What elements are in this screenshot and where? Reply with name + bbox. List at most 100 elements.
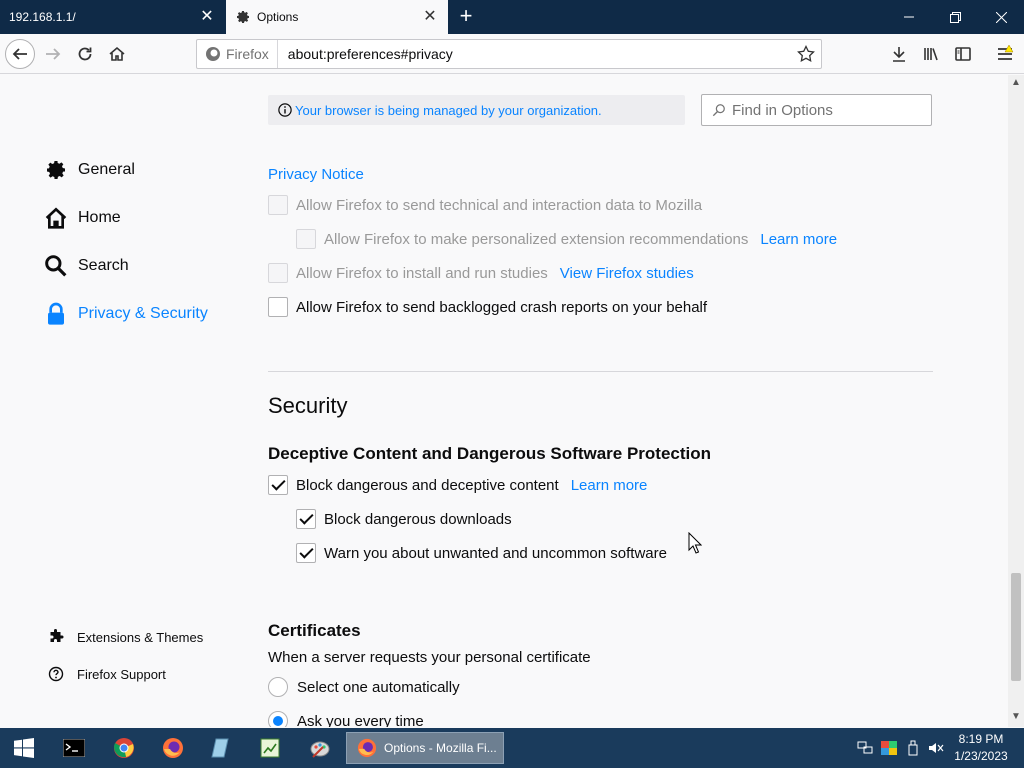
technical-data-checkbox[interactable]: [268, 195, 288, 215]
home-icon: [109, 46, 125, 61]
home-icon: [44, 206, 68, 230]
cert-ask-radio[interactable]: [268, 711, 288, 727]
scrollbar-thumb[interactable]: [1011, 573, 1021, 681]
clock-time: 8:19 PM: [958, 732, 1004, 746]
studies-row: Allow Firefox to install and run studies…: [268, 263, 694, 283]
tab-label: Options: [257, 10, 299, 24]
cert-auto-row: Select one automatically: [268, 677, 460, 697]
cert-auto-radio[interactable]: [268, 677, 288, 697]
block-downloads-label: Block dangerous downloads: [324, 510, 512, 528]
view-studies-link[interactable]: View Firefox studies: [560, 265, 694, 282]
security-heading: Security: [268, 393, 348, 418]
extensions-themes-link[interactable]: Extensions & Themes: [48, 629, 203, 645]
policy-notice-text: Your browser is being managed by your or…: [295, 102, 602, 118]
navigation-toolbar: Firefox about:preferences#privacy: [0, 34, 1024, 74]
minimize-icon: [904, 16, 914, 18]
taskbar-notepad[interactable]: [201, 732, 241, 764]
firefox-icon: [163, 738, 183, 758]
sidebar-button[interactable]: [948, 39, 978, 69]
identity-box[interactable]: Firefox: [197, 40, 278, 68]
close-icon: [995, 11, 1007, 23]
volume-muted-icon[interactable]: [928, 740, 944, 756]
taskbar-firefox-window[interactable]: Options - Mozilla Fi...: [346, 732, 504, 764]
minimize-button[interactable]: [886, 0, 932, 34]
deceptive-content-heading: Deceptive Content and Dangerous Software…: [268, 444, 712, 463]
close-icon[interactable]: ✕: [199, 9, 215, 25]
warn-unwanted-checkbox[interactable]: [296, 543, 316, 563]
close-icon[interactable]: ✕: [422, 9, 438, 25]
new-tab-button[interactable]: +: [456, 5, 476, 27]
taskbar-cmd[interactable]: [54, 732, 94, 764]
tab-router[interactable]: 192.168.1.1/ ✕: [0, 0, 225, 34]
back-arrow-icon: [12, 48, 27, 60]
notepad-icon: [211, 738, 229, 758]
privacy-notice-row: Privacy Notice: [268, 166, 364, 183]
sidebar-item-general[interactable]: General: [44, 158, 135, 182]
mouse-cursor-icon: [688, 532, 702, 554]
sidebar-item-home[interactable]: Home: [44, 206, 121, 230]
firefox-support-link[interactable]: Firefox Support: [48, 666, 166, 682]
learn-more-link[interactable]: Learn more: [760, 231, 837, 248]
taskbar-window-label: Options - Mozilla Fi...: [384, 741, 497, 755]
url-text[interactable]: about:preferences#privacy: [278, 46, 453, 62]
bookmark-star-icon[interactable]: [797, 45, 815, 63]
cert-ask-label: Ask you every time: [297, 712, 424, 728]
help-icon: [48, 666, 64, 682]
sidebar-item-privacy[interactable]: Privacy & Security: [44, 302, 208, 326]
sidebar-item-search[interactable]: Search: [44, 254, 129, 278]
downloads-button[interactable]: [884, 39, 914, 69]
network-icon[interactable]: [857, 740, 873, 756]
forward-arrow-icon: [46, 48, 61, 60]
crash-reports-label: Allow Firefox to send backlogged crash r…: [296, 298, 708, 316]
find-in-options-input[interactable]: Find in Options: [701, 94, 932, 126]
close-window-button[interactable]: [978, 0, 1024, 34]
restore-button[interactable]: [932, 0, 978, 34]
studies-checkbox[interactable]: [268, 263, 288, 283]
system-clock[interactable]: 8:19 PM 1/23/2023: [950, 731, 1012, 765]
taskbar-firefox[interactable]: [153, 732, 193, 764]
block-deceptive-row: Block dangerous and deceptive content Le…: [268, 475, 647, 495]
tab-label: 192.168.1.1/: [9, 10, 76, 24]
technical-data-label: Allow Firefox to send technical and inte…: [296, 196, 703, 214]
library-button[interactable]: [916, 39, 946, 69]
scroll-up-icon[interactable]: ▲: [1008, 77, 1024, 91]
reload-button[interactable]: [70, 39, 100, 69]
start-button[interactable]: [4, 732, 44, 764]
block-downloads-row: Block dangerous downloads: [296, 509, 512, 529]
color-app-icon[interactable]: [881, 740, 897, 756]
block-deceptive-checkbox[interactable]: [268, 475, 288, 495]
chrome-icon: [114, 738, 134, 758]
url-bar[interactable]: Firefox about:preferences#privacy: [196, 39, 822, 69]
cert-ask-row: Ask you every time: [268, 711, 424, 727]
sidebar-icon: [955, 47, 971, 61]
taskbar-spreadsheet[interactable]: [250, 732, 290, 764]
extension-recs-checkbox[interactable]: [296, 229, 316, 249]
extension-recs-label: Allow Firefox to make personalized exten…: [324, 230, 749, 248]
sidefoot-label: Firefox Support: [77, 666, 166, 682]
library-icon: [924, 48, 938, 61]
page-scrollbar[interactable]: ▲ ▼: [1008, 75, 1024, 727]
app-menu-button[interactable]: [990, 39, 1020, 69]
preferences-page: General Home Search Privacy & Security E…: [0, 75, 1008, 727]
terminal-icon: [63, 739, 85, 757]
sidebar-item-label: General: [78, 161, 135, 178]
learn-more-link[interactable]: Learn more: [571, 477, 648, 494]
home-button[interactable]: [102, 39, 132, 69]
taskbar-chrome[interactable]: [104, 732, 144, 764]
policy-notice[interactable]: Your browser is being managed by your or…: [268, 95, 685, 125]
certificates-description: When a server requests your personal cer…: [268, 649, 591, 666]
back-button[interactable]: [5, 39, 35, 69]
forward-button[interactable]: [38, 39, 68, 69]
gear-icon: [237, 11, 249, 23]
block-downloads-checkbox[interactable]: [296, 509, 316, 529]
crash-reports-checkbox[interactable]: [268, 297, 288, 317]
hamburger-menu-icon: [998, 45, 1014, 60]
taskbar-paint[interactable]: [300, 732, 340, 764]
usb-icon[interactable]: [905, 740, 921, 756]
scroll-down-icon[interactable]: ▼: [1008, 711, 1024, 725]
firefox-logo-icon: [206, 47, 220, 61]
sidebar-item-label: Privacy & Security: [78, 305, 208, 322]
privacy-notice-link[interactable]: Privacy Notice: [268, 166, 364, 183]
tab-options[interactable]: Options ✕: [226, 0, 448, 34]
restore-icon: [949, 11, 961, 23]
